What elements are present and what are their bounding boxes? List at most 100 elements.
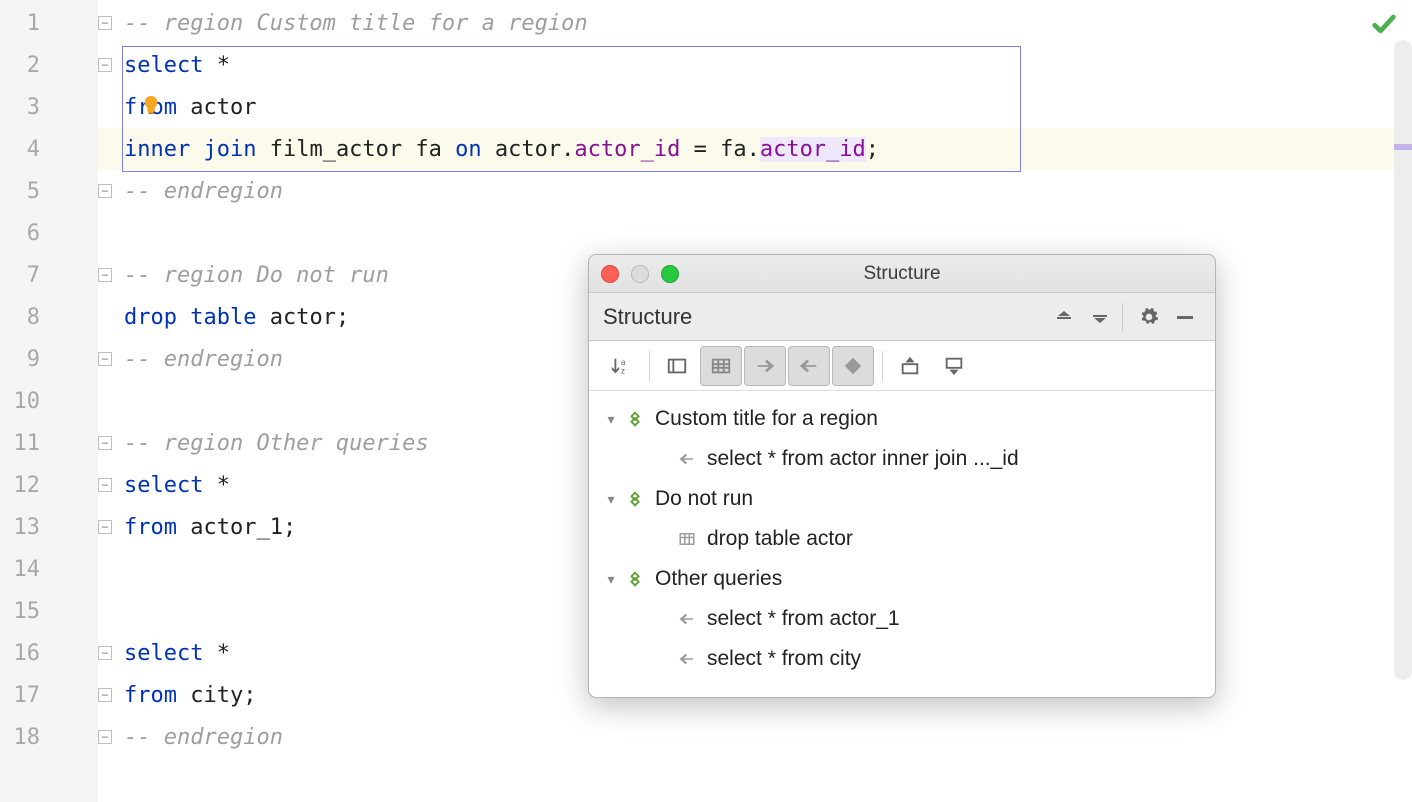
code-text: film_actor fa: [256, 137, 455, 162]
line-number: 16: [14, 641, 41, 666]
minimize-icon[interactable]: [631, 265, 649, 283]
editor-marker[interactable]: [1394, 144, 1412, 150]
line-number: 9: [27, 347, 40, 372]
code-text: join: [190, 137, 256, 162]
code-text: from: [124, 515, 177, 540]
code-text: city: [177, 683, 243, 708]
code-text: ;: [336, 305, 349, 330]
tree-statement-node[interactable]: select * from city: [589, 639, 1215, 679]
line-number: 11: [14, 431, 41, 456]
code-text: *: [203, 641, 230, 666]
code-text: -- endregion: [124, 725, 283, 750]
structure-tool-window[interactable]: Structure Structure az: [588, 254, 1216, 698]
line-number: 1: [27, 11, 40, 36]
editor-scrollbar[interactable]: [1394, 40, 1412, 680]
intention-bulb-icon[interactable]: [140, 92, 162, 118]
sort-alpha-icon[interactable]: az: [599, 346, 641, 386]
arrow-left-icon[interactable]: [788, 346, 830, 386]
code-text: *: [203, 53, 230, 78]
code-text: on: [455, 137, 482, 162]
code-text: -- endregion: [124, 347, 283, 372]
tree-statement-node[interactable]: select * from actor inner join ..._id: [589, 439, 1215, 479]
status-ok-icon[interactable]: [1370, 10, 1398, 44]
collapse-all-icon[interactable]: [1084, 301, 1116, 333]
line-number: 12: [14, 473, 41, 498]
code-text: -- region Custom title for a region: [124, 11, 588, 36]
line-number: 6: [27, 221, 40, 246]
code-text: inner: [124, 137, 190, 162]
scroll-to-source-icon[interactable]: [889, 346, 931, 386]
line-number: 18: [14, 725, 41, 750]
tree-node-label: select * from city: [707, 647, 861, 671]
window-title: Structure: [863, 263, 940, 285]
code-text: ;: [283, 515, 296, 540]
tree-node-label: Do not run: [655, 487, 753, 511]
gear-icon[interactable]: [1133, 301, 1165, 333]
arrow-left-icon: [673, 450, 701, 468]
diamond-icon[interactable]: [832, 346, 874, 386]
code-text: actor_id: [574, 137, 680, 162]
line-number: 5: [27, 179, 40, 204]
code-text: -- region Other queries: [124, 431, 429, 456]
code-text: select: [124, 53, 203, 78]
close-icon[interactable]: [601, 265, 619, 283]
tree-region-node[interactable]: ▾ Other queries: [589, 559, 1215, 599]
tree-region-node[interactable]: ▾ Custom title for a region: [589, 399, 1215, 439]
code-text: drop: [124, 305, 177, 330]
tree-statement-node[interactable]: select * from actor_1: [589, 599, 1215, 639]
table-icon[interactable]: [700, 346, 742, 386]
window-controls: [601, 265, 679, 283]
line-number: 8: [27, 305, 40, 330]
arrow-left-icon: [673, 610, 701, 628]
code-text: -- region Do not run: [124, 263, 389, 288]
code-text: from: [124, 683, 177, 708]
code-text: ;: [866, 137, 879, 162]
chevron-down-icon[interactable]: ▾: [601, 491, 621, 508]
line-number: 2: [27, 53, 40, 78]
separator: [649, 351, 650, 381]
line-number: 14: [14, 557, 41, 582]
tree-node-label: select * from actor_1: [707, 607, 900, 631]
line-number: 3: [27, 95, 40, 120]
layout-icon[interactable]: [656, 346, 698, 386]
code-text: = fa.: [680, 137, 759, 162]
region-icon: [621, 490, 649, 508]
region-icon: [621, 570, 649, 588]
code-text: actor_id: [760, 137, 866, 162]
line-number: 17: [14, 683, 41, 708]
tree-statement-node[interactable]: drop table actor: [589, 519, 1215, 559]
tree-region-node[interactable]: ▾ Do not run: [589, 479, 1215, 519]
scroll-from-source-icon[interactable]: [933, 346, 975, 386]
panel-header: Structure: [589, 293, 1215, 341]
code-text: actor: [177, 95, 256, 120]
structure-tree[interactable]: ▾ Custom title for a region select * fro…: [589, 391, 1215, 697]
code-text: select: [124, 641, 203, 666]
tree-node-label: drop table actor: [707, 527, 853, 551]
line-number: 13: [14, 515, 41, 540]
code-text: actor.: [482, 137, 575, 162]
arrow-left-icon: [673, 650, 701, 668]
tree-node-label: Other queries: [655, 567, 782, 591]
separator: [882, 351, 883, 381]
arrow-right-icon[interactable]: [744, 346, 786, 386]
code-text: actor: [256, 305, 335, 330]
expand-all-icon[interactable]: [1048, 301, 1080, 333]
code-text: select: [124, 473, 203, 498]
code-text: -- endregion: [124, 179, 283, 204]
structure-toolbar: az: [589, 341, 1215, 391]
zoom-icon[interactable]: [661, 265, 679, 283]
hide-icon[interactable]: [1169, 301, 1201, 333]
region-icon: [621, 410, 649, 428]
tree-node-label: Custom title for a region: [655, 407, 878, 431]
line-gutter: 1− 2− 3 4− 5− 6 7− 8 9− 10 11− 12− 13− 1…: [0, 0, 98, 802]
chevron-down-icon[interactable]: ▾: [601, 411, 621, 428]
panel-title: Structure: [603, 304, 1044, 330]
code-text: actor_1: [177, 515, 283, 540]
code-text: *: [203, 473, 230, 498]
svg-text:z: z: [621, 366, 625, 375]
chevron-down-icon[interactable]: ▾: [601, 571, 621, 588]
table-icon: [673, 530, 701, 548]
line-number: 4: [27, 137, 40, 162]
code-text: ;: [243, 683, 256, 708]
window-titlebar[interactable]: Structure: [589, 255, 1215, 293]
